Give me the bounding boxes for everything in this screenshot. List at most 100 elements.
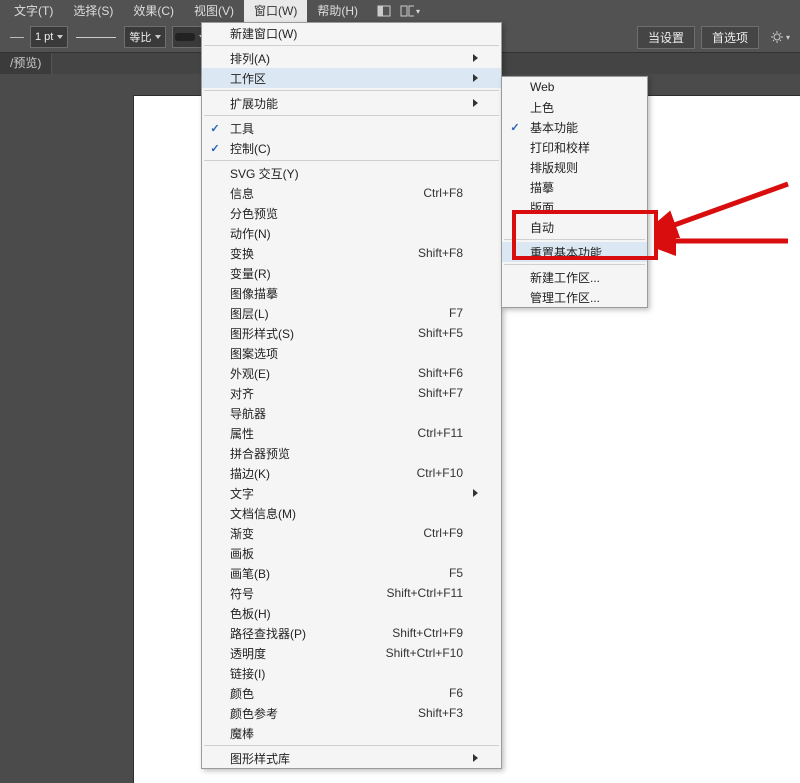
menu-item-label: 分色预览	[228, 205, 353, 222]
menu-item-label: 导航器	[228, 405, 353, 422]
window-menu-item[interactable]: 扩展功能	[202, 93, 501, 113]
window-menu-item[interactable]: 外观(E)Shift+F6	[202, 363, 501, 383]
workspace-menu-item[interactable]: 打印和校样	[502, 137, 647, 157]
prefs-button[interactable]: 首选项	[701, 26, 759, 49]
workspace-menu-item[interactable]: 新建工作区...	[502, 267, 647, 287]
doc-setup-button[interactable]: 当设置	[637, 26, 695, 49]
menu-separator	[204, 745, 499, 746]
menu-text[interactable]: 文字(T)	[4, 0, 63, 22]
window-menu-dropdown: 新建窗口(W) 排列(A) 工作区扩展功能工具控制(C) SVG 交互(Y)信息Ctr…	[201, 22, 502, 769]
menu-item-label: 新建窗口(W)	[228, 25, 353, 42]
window-menu-item[interactable]: 控制(C)	[202, 138, 501, 158]
menu-item-shortcut: Shift+Ctrl+F9	[353, 626, 469, 640]
stroke-weight-dropdown[interactable]: 1 pt	[30, 26, 68, 48]
window-menu-item[interactable]: 排列(A)	[202, 48, 501, 68]
workspace-menu-item[interactable]: 版面	[502, 197, 647, 217]
menu-separator	[504, 239, 645, 240]
window-menu-item[interactable]: 工作区	[202, 68, 501, 88]
window-menu-item[interactable]: 动作(N)	[202, 223, 501, 243]
window-menu-item[interactable]: 分色预览	[202, 203, 501, 223]
submenu-arrow-icon	[469, 51, 481, 65]
menu-window[interactable]: 窗口(W)	[244, 0, 307, 22]
window-menu-item[interactable]: 图形样式库	[202, 748, 501, 768]
window-menu-item[interactable]: 图案选项	[202, 343, 501, 363]
checkmark-icon	[210, 121, 219, 135]
window-menu-item[interactable]: 画板	[202, 543, 501, 563]
window-menu-item[interactable]: 路径查找器(P)Shift+Ctrl+F9	[202, 623, 501, 643]
window-menu-item[interactable]: 链接(I)	[202, 663, 501, 683]
menu-item-label: 动作(N)	[228, 225, 353, 242]
menu-item-label: 工具	[228, 120, 353, 137]
submenu-arrow-icon	[469, 96, 481, 110]
window-menu-item[interactable]: 图像描摹	[202, 283, 501, 303]
window-menu-item[interactable]: 魔棒	[202, 723, 501, 743]
workspace-menu-item[interactable]: 上色	[502, 97, 647, 117]
menu-item-label: 颜色参考	[228, 705, 353, 722]
window-menu-item[interactable]: 新建窗口(W)	[202, 23, 501, 43]
window-menu-item[interactable]: 属性Ctrl+F11	[202, 423, 501, 443]
stroke-profile-label: 等比	[129, 29, 151, 45]
window-menu-item[interactable]: 符号Shift+Ctrl+F11	[202, 583, 501, 603]
panel-gear-icon[interactable]: ▾	[771, 31, 790, 43]
path-icon	[10, 37, 24, 38]
menu-item-label: 对齐	[228, 385, 353, 402]
menu-item-shortcut: Shift+F5	[353, 326, 469, 340]
document-tab[interactable]: /预览)	[0, 52, 52, 74]
workspace-menu-item[interactable]: 排版规则	[502, 157, 647, 177]
checkmark-icon	[210, 141, 219, 155]
menu-item-shortcut: Shift+Ctrl+F10	[353, 646, 469, 660]
window-menu-item[interactable]: 变量(R)	[202, 263, 501, 283]
window-menu-item[interactable]: SVG 交互(Y)	[202, 163, 501, 183]
menu-item-label: 渐变	[228, 525, 353, 542]
window-menu-item[interactable]: 描边(K)Ctrl+F10	[202, 463, 501, 483]
menu-item-label: 文字	[228, 485, 353, 502]
window-menu-item[interactable]: 透明度Shift+Ctrl+F10	[202, 643, 501, 663]
window-menu-item[interactable]: 颜色F6	[202, 683, 501, 703]
main-menubar: 文字(T) 选择(S) 效果(C) 视图(V) 窗口(W) 帮助(H) ▾	[0, 0, 800, 22]
window-menu-item[interactable]: 文档信息(M)	[202, 503, 501, 523]
menu-select[interactable]: 选择(S)	[63, 0, 123, 22]
menu-item-label: 颜色	[228, 685, 353, 702]
menu-item-label: 图像描摹	[228, 285, 353, 302]
window-menu-item[interactable]: 变换Shift+F8	[202, 243, 501, 263]
menu-item-label: 链接(I)	[228, 665, 353, 682]
window-menu-item[interactable]: 画笔(B)F5	[202, 563, 501, 583]
window-menu-item[interactable]: 对齐Shift+F7	[202, 383, 501, 403]
window-menu-item[interactable]: 导航器	[202, 403, 501, 423]
stroke-profile-dropdown[interactable]: 等比	[124, 26, 166, 48]
window-menu-item[interactable]: 渐变Ctrl+F9	[202, 523, 501, 543]
check-column	[202, 141, 228, 155]
window-menu-item[interactable]: 文字	[202, 483, 501, 503]
menu-item-label: 排版规则	[528, 159, 621, 176]
checkmark-icon	[510, 120, 519, 134]
menu-item-label: 工作区	[228, 70, 353, 87]
workspace-menu-item[interactable]: 重置基本功能	[502, 242, 647, 262]
window-menu-item[interactable]: 信息Ctrl+F8	[202, 183, 501, 203]
menu-separator	[204, 115, 499, 116]
stroke-weight-value: 1 pt	[35, 31, 53, 43]
window-menu-item[interactable]: 工具	[202, 118, 501, 138]
menu-item-label: 控制(C)	[228, 140, 353, 157]
window-menu-item[interactable]: 色板(H)	[202, 603, 501, 623]
workspace-menu-item[interactable]: 描摹	[502, 177, 647, 197]
menu-effect[interactable]: 效果(C)	[123, 0, 184, 22]
menu-item-label: 自动	[528, 219, 621, 236]
window-menu-item[interactable]: 图层(L)F7	[202, 303, 501, 323]
menu-item-shortcut: Shift+F3	[353, 706, 469, 720]
window-menu-item[interactable]: 颜色参考Shift+F3	[202, 703, 501, 723]
workspace-menu-item[interactable]: Web	[502, 77, 647, 97]
menu-item-shortcut: Ctrl+F11	[353, 426, 469, 440]
menu-view[interactable]: 视图(V)	[184, 0, 244, 22]
arrange-docs-icon[interactable]: ▾	[400, 2, 420, 20]
workspace-menu-item[interactable]: 基本功能	[502, 117, 647, 137]
menu-item-label: 扩展功能	[228, 95, 353, 112]
menu-separator	[204, 90, 499, 91]
menu-help[interactable]: 帮助(H)	[307, 0, 368, 22]
menu-item-shortcut: Ctrl+F8	[353, 186, 469, 200]
window-menu-item[interactable]: 图形样式(S)Shift+F5	[202, 323, 501, 343]
workspace-menu-item[interactable]: 管理工作区...	[502, 287, 647, 307]
bridge-icon[interactable]	[374, 2, 394, 20]
window-menu-item[interactable]: 拼合器预览	[202, 443, 501, 463]
workspace-menu-item[interactable]: 自动	[502, 217, 647, 237]
menu-item-label: 图案选项	[228, 345, 353, 362]
